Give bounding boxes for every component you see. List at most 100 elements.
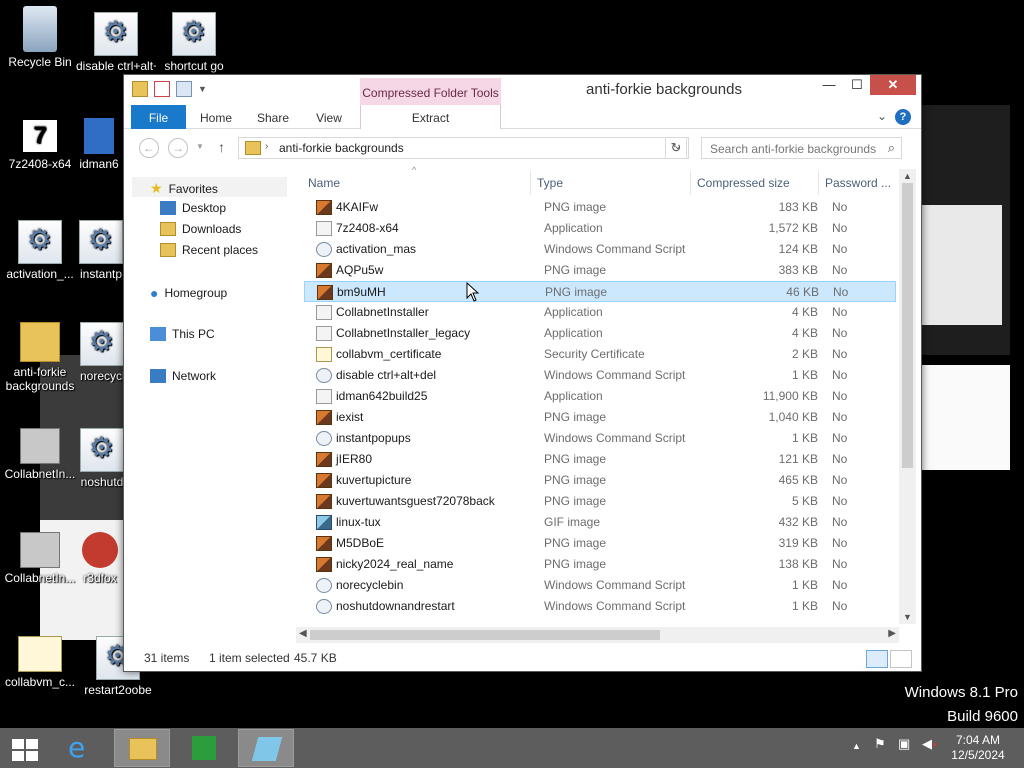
tab-file[interactable]: File [131, 105, 186, 129]
file-name: kuvertuwantsguest72078back [336, 494, 495, 508]
file-row[interactable]: collabvm_certificate Security Certificate… [304, 344, 896, 365]
file-row[interactable]: AQPu5w PNG image 383 KB No [304, 260, 896, 281]
desktop-icon-collabnet[interactable]: CollabnetIn... [0, 428, 80, 481]
file-compressed-size: 138 KB [778, 557, 818, 571]
desktop-icon-label: restart2oobe [84, 683, 152, 697]
column-header: ^ Name Type Compressed size Password ... [296, 165, 896, 195]
desktop-icon-collabvm-cert[interactable]: collabvm_c... [0, 636, 80, 689]
file-name: instantpopups [336, 431, 411, 445]
column-type[interactable]: Type [537, 176, 563, 190]
tab-share[interactable]: Share [250, 105, 296, 129]
desktop-icon-activation[interactable]: activation_... [0, 220, 80, 281]
desktop-icon-7zip[interactable]: 7 7z2408-x64 [0, 118, 80, 171]
vertical-scrollbar[interactable]: ▲ ▼ [899, 169, 916, 624]
scroll-up-icon[interactable]: ▲ [903, 171, 912, 181]
nav-network[interactable]: Network [150, 369, 216, 383]
breadcrumb-path[interactable]: anti-forkie backgrounds [279, 141, 404, 155]
new-folder-icon[interactable] [176, 81, 192, 97]
taskbar-internet-explorer[interactable]: e [54, 729, 110, 767]
taskbar-store[interactable] [176, 729, 232, 767]
scroll-left-icon[interactable]: ◀ [299, 628, 307, 639]
desktop-icon-norecyclebin[interactable]: norecycl [80, 322, 124, 383]
desktop-icon-recycle-bin[interactable]: Recycle Bin [0, 6, 80, 69]
file-row[interactable]: CollabnetInstaller Application 4 KB No [304, 302, 896, 323]
desktop-icon-disable-ctrl-alt[interactable]: disable ctrl+alt+ [76, 12, 156, 73]
large-icons-view-button[interactable] [890, 650, 912, 668]
file-row[interactable]: noshutdownandrestart Windows Command Scri… [304, 596, 896, 617]
qat-dropdown-icon[interactable]: ▼ [198, 84, 207, 94]
breadcrumb-chevron-icon[interactable]: › [265, 141, 268, 152]
back-button[interactable]: ← [139, 138, 159, 158]
refresh-button[interactable]: ↻ [665, 137, 687, 159]
file-row[interactable]: kuvertupicture PNG image 465 KB No [304, 470, 896, 491]
help-icon[interactable]: ? [895, 109, 911, 125]
column-password[interactable]: Password ... [825, 176, 891, 190]
file-row[interactable]: jIER80 PNG image 121 KB No [304, 449, 896, 470]
properties-icon[interactable] [154, 81, 170, 97]
nav-downloads[interactable]: Downloads [160, 222, 241, 236]
file-row[interactable]: M5DBoE PNG image 319 KB No [304, 533, 896, 554]
maximize-button[interactable]: ☐ [844, 75, 870, 95]
desktop-icon-noshutdown[interactable]: noshutd [80, 428, 124, 489]
column-divider[interactable] [690, 171, 691, 195]
forward-button[interactable]: → [168, 138, 188, 158]
file-row[interactable]: CollabnetInstaller_legacy Application 4 KB… [304, 323, 896, 344]
file-row[interactable]: kuvertuwantsguest72078back PNG image 5 KB N… [304, 491, 896, 512]
scroll-thumb[interactable] [310, 630, 660, 640]
file-row[interactable]: instantpopups Windows Command Script 1 KB N… [304, 428, 896, 449]
file-row[interactable]: nicky2024_real_name PNG image 138 KB No [304, 554, 896, 575]
minimize-button[interactable]: — [816, 75, 842, 95]
desktop-icon-idman[interactable]: idman6 [74, 118, 124, 171]
tab-view[interactable]: View [308, 105, 350, 129]
folder-icon[interactable] [132, 81, 148, 97]
desktop-icon-shortcut-go[interactable]: shortcut go [154, 12, 234, 73]
nav-desktop[interactable]: Desktop [160, 201, 226, 215]
file-row[interactable]: activation_mas Windows Command Script 124 … [304, 239, 896, 260]
recent-locations-dropdown-icon[interactable]: ▼ [196, 142, 204, 151]
taskbar-app[interactable] [238, 729, 294, 767]
tab-home[interactable]: Home [194, 105, 238, 129]
nav-favorites[interactable]: ★ Favorites [150, 180, 218, 197]
desktop-icon-r3dfox[interactable]: r3dfox [76, 532, 124, 585]
nav-recent-places[interactable]: Recent places [160, 243, 258, 257]
column-name[interactable]: Name [308, 176, 340, 190]
scroll-down-icon[interactable]: ▼ [903, 612, 912, 622]
file-row[interactable]: linux-tux GIF image 432 KB No [304, 512, 896, 533]
search-box[interactable]: Search anti-forkie backgrounds ⌕ [701, 137, 902, 159]
scroll-right-icon[interactable]: ▶ [888, 628, 896, 639]
nav-homegroup[interactable]: ● Homegroup [150, 285, 227, 301]
file-row[interactable]: disable ctrl+alt+del Windows Command Scri… [304, 365, 896, 386]
taskbar-file-explorer[interactable] [114, 729, 170, 767]
action-center-flag-icon[interactable]: ⚑ [874, 736, 886, 752]
file-row[interactable]: bm9uMH PNG image 46 KB No [304, 281, 896, 302]
horizontal-scrollbar[interactable]: ◀ ▶ [296, 627, 899, 643]
start-button[interactable] [0, 729, 50, 767]
column-divider[interactable] [818, 171, 819, 195]
desktop-icon-collabnet-legacy[interactable]: CollabnetIn... [0, 532, 80, 585]
file-row[interactable]: norecyclebin Windows Command Script 1 KB No [304, 575, 896, 596]
close-button[interactable]: ✕ [870, 75, 916, 95]
column-divider[interactable] [530, 171, 531, 195]
desktop-icon-anti-forkie[interactable]: anti-forkie backgrounds [0, 322, 80, 393]
search-placeholder[interactable]: Search anti-forkie backgrounds [710, 142, 876, 156]
file-row[interactable]: 4KAIFw PNG image 183 KB No [304, 197, 896, 218]
file-name: M5DBoE [336, 536, 385, 550]
column-compressed-size[interactable]: Compressed size [697, 176, 790, 190]
file-row[interactable]: iexist PNG image 1,040 KB No [304, 407, 896, 428]
address-bar[interactable]: › anti-forkie backgrounds ⌄ [238, 137, 689, 159]
nav-this-pc[interactable]: This PC [150, 327, 215, 341]
file-row[interactable]: 7z2408-x64 Application 1,572 KB No [304, 218, 896, 239]
file-row[interactable]: idman642build25 Application 11,900 KB No [304, 386, 896, 407]
title-bar[interactable]: ▼ Compressed Folder Tools anti-forkie ba… [124, 75, 921, 105]
details-view-button[interactable] [866, 650, 888, 668]
tab-extract[interactable]: Extract [361, 105, 500, 129]
chevron-down-icon[interactable]: ⌄ [877, 109, 887, 123]
network-status-icon[interactable]: ▣ [898, 736, 910, 752]
volume-muted-icon[interactable]: ◀× [922, 736, 938, 752]
desktop-icon-instantpopups[interactable]: instantp [78, 220, 124, 281]
show-hidden-icons[interactable]: ▲ [852, 741, 861, 751]
file-name: idman642build25 [336, 389, 428, 403]
up-arrow-icon[interactable]: ↑ [218, 139, 225, 155]
scroll-thumb[interactable] [902, 183, 913, 468]
taskbar-clock[interactable]: 7:04 AM 12/5/2024 [944, 733, 1012, 763]
